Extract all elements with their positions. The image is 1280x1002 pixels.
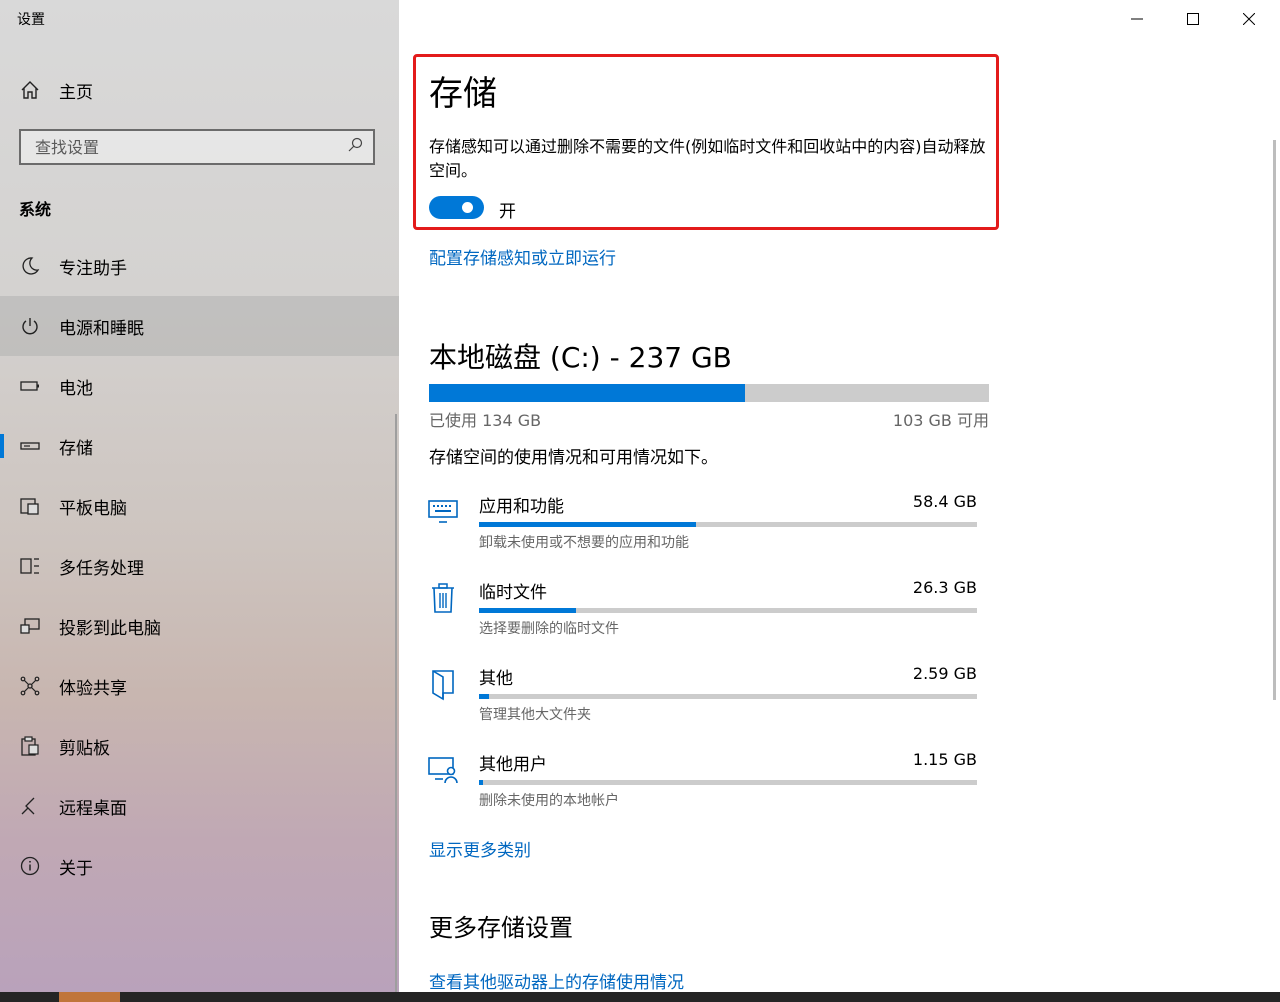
folder-icon — [425, 666, 461, 702]
category-bar — [479, 694, 977, 699]
nav-item-label: 平板电脑 — [59, 498, 127, 519]
category-size: 1.15 GB — [912, 750, 977, 769]
search-input[interactable] — [21, 136, 317, 158]
disk-usage-fill — [429, 384, 746, 402]
category-name: 其他用户 — [479, 755, 547, 775]
search-icon[interactable] — [347, 137, 363, 157]
category-size: 26.3 GB — [912, 578, 977, 597]
info-icon — [19, 855, 41, 877]
toggle-knob — [462, 202, 473, 213]
nav-item-label: 投影到此电脑 — [59, 618, 161, 639]
nav-item-label: 电源和睡眠 — [59, 318, 144, 339]
usage-description: 存储空间的使用情况和可用情况如下。 — [429, 448, 718, 468]
category-subtext: 选择要删除的临时文件 — [479, 621, 619, 637]
nav-item-power-sleep[interactable]: 电源和睡眠 — [0, 296, 399, 356]
taskbar-app-button[interactable] — [59, 992, 120, 1002]
tablet-icon — [19, 495, 41, 517]
nav-item-label: 体验共享 — [59, 678, 127, 699]
disk-title: 本地磁盘 (C:) - 237 GB — [429, 341, 732, 374]
remote-desktop-icon — [19, 795, 41, 817]
category-subtext: 卸载未使用或不想要的应用和功能 — [479, 535, 689, 551]
category-bar-fill — [479, 608, 577, 613]
category-bar — [479, 780, 977, 785]
toggle-state-label: 开 — [499, 202, 516, 222]
clipboard-icon — [19, 735, 41, 757]
nav-item-label: 电池 — [59, 378, 93, 399]
nav-item-remote-desktop[interactable]: 远程桌面 — [0, 776, 399, 836]
sidebar-scrollbar[interactable] — [395, 414, 397, 992]
category-bar-fill — [479, 780, 483, 785]
nav-item-label: 存储 — [59, 438, 93, 459]
category-size: 58.4 GB — [912, 492, 977, 511]
page-title: 存储 — [429, 74, 497, 114]
minimize-button[interactable] — [1109, 0, 1165, 38]
nav-item-project[interactable]: 投影到此电脑 — [0, 596, 399, 656]
project-icon — [19, 615, 41, 637]
battery-icon — [19, 375, 41, 397]
category-temp-files[interactable]: 临时文件 26.3 GB 选择要删除的临时文件 — [425, 578, 985, 648]
share-icon — [19, 675, 41, 697]
free-space-label: 103 GB 可用 — [892, 411, 989, 430]
moon-icon — [19, 255, 41, 277]
keyboard-icon — [425, 494, 461, 530]
nav-item-tablet[interactable]: 平板电脑 — [0, 476, 399, 536]
configure-storage-sense-link[interactable]: 配置存储感知或立即运行 — [429, 244, 616, 269]
category-size: 2.59 GB — [912, 664, 977, 683]
nav-item-focus-assist[interactable]: 专注助手 — [0, 236, 399, 296]
search-box[interactable] — [19, 129, 375, 165]
show-more-categories-link[interactable]: 显示更多类别 — [429, 836, 531, 861]
minimize-icon — [1131, 18, 1143, 20]
other-drives-link[interactable]: 查看其他驱动器上的存储使用情况 — [429, 968, 684, 993]
app-title: 设置 — [17, 12, 45, 28]
nav-home[interactable]: 主页 — [0, 68, 399, 112]
category-subtext: 管理其他大文件夹 — [479, 707, 591, 723]
nav-item-clipboard[interactable]: 剪贴板 — [0, 716, 399, 776]
main-scrollbar[interactable] — [1273, 140, 1276, 700]
category-name: 应用和功能 — [479, 497, 564, 517]
category-bar — [479, 608, 977, 613]
multitask-icon — [19, 555, 41, 577]
nav-item-about[interactable]: 关于 — [0, 836, 399, 896]
storage-sense-toggle[interactable] — [429, 196, 484, 219]
nav-list: 专注助手 电源和睡眠 电池 存储 平板电脑 多任务处理 投影到此电脑 体验共享 … — [0, 236, 399, 896]
category-bar — [479, 522, 977, 527]
maximize-button[interactable] — [1165, 0, 1221, 38]
nav-item-storage[interactable]: 存储 — [0, 416, 399, 476]
close-icon — [1243, 13, 1255, 25]
taskbar — [0, 992, 1280, 1002]
category-apps[interactable]: 应用和功能 58.4 GB 卸载未使用或不想要的应用和功能 — [425, 492, 985, 562]
nav-item-label: 多任务处理 — [59, 558, 144, 579]
category-other[interactable]: 其他 2.59 GB 管理其他大文件夹 — [425, 664, 985, 734]
category-subtext: 删除未使用的本地帐户 — [479, 793, 619, 809]
nav-item-label: 关于 — [59, 858, 93, 879]
nav-home-label: 主页 — [59, 82, 93, 103]
nav-item-battery[interactable]: 电池 — [0, 356, 399, 416]
nav-item-multitasking[interactable]: 多任务处理 — [0, 536, 399, 596]
power-icon — [19, 315, 41, 337]
nav-item-label: 远程桌面 — [59, 798, 127, 819]
storage-icon — [19, 435, 41, 457]
close-button[interactable] — [1221, 0, 1277, 38]
section-title: 系统 — [19, 200, 52, 219]
more-storage-settings-title: 更多存储设置 — [429, 914, 573, 942]
user-screen-icon — [425, 752, 461, 788]
category-bar-fill — [479, 522, 696, 527]
category-name: 其他 — [479, 669, 513, 689]
home-icon — [19, 79, 41, 101]
category-name: 临时文件 — [479, 583, 547, 603]
storage-sense-description: 存储感知可以通过删除不需要的文件(例如临时文件和回收站中的内容)自动释放空间。 — [429, 137, 986, 180]
category-other-users[interactable]: 其他用户 1.15 GB 删除未使用的本地帐户 — [425, 750, 985, 820]
used-space-label: 已使用 134 GB — [429, 411, 542, 430]
nav-item-shared-experiences[interactable]: 体验共享 — [0, 656, 399, 716]
disk-usage-bar — [429, 384, 989, 402]
nav-item-label: 专注助手 — [59, 258, 127, 279]
nav-item-label: 剪贴板 — [59, 738, 110, 759]
trash-icon — [425, 580, 461, 616]
sidebar: 设置 主页 系统 专注助手 电源和睡眠 电池 — [0, 0, 399, 992]
category-bar-fill — [479, 694, 489, 699]
maximize-icon — [1187, 13, 1199, 25]
